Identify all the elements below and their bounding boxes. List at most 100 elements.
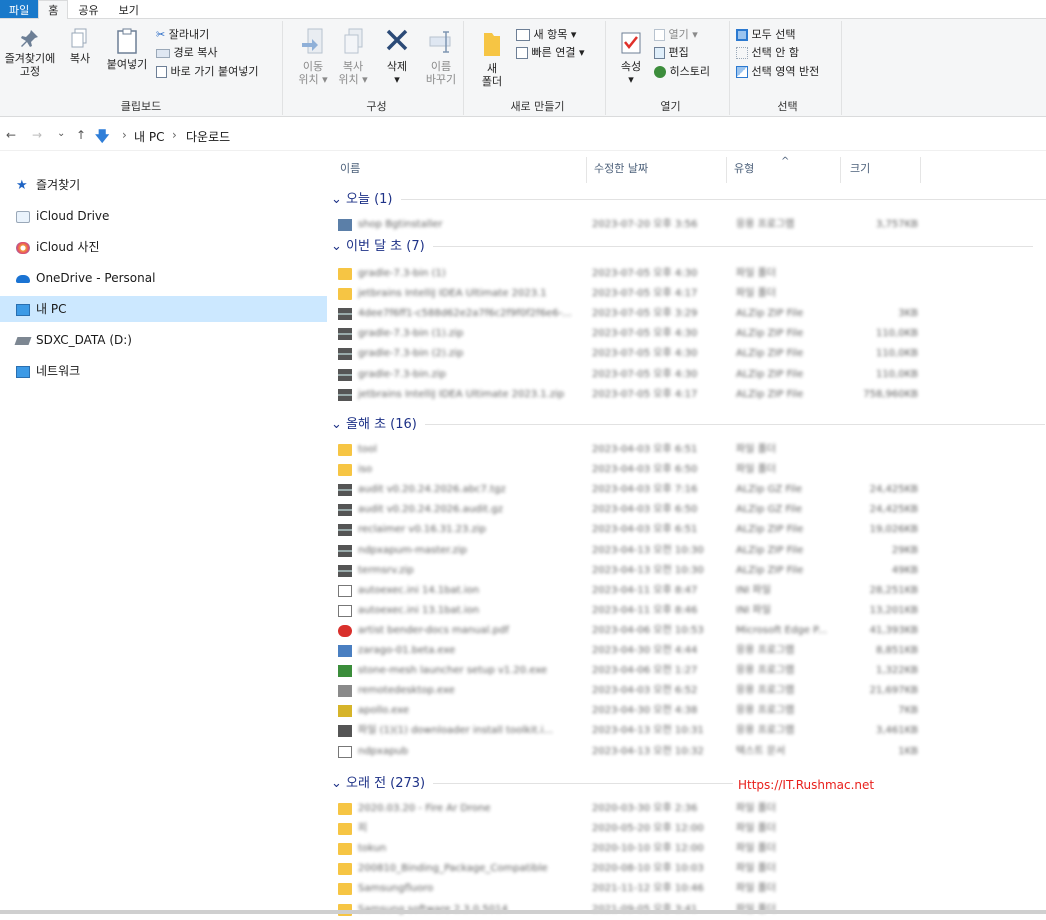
ribbon-tabs: 파일 홈 공유 보기 — [0, 0, 1046, 19]
file-date: 2023-07-05 오후 4:30 — [592, 267, 712, 280]
paste-button[interactable]: 붙여넣기 — [102, 27, 152, 71]
collapse-chevron-icon[interactable]: ⌄ — [331, 417, 346, 432]
tab-home[interactable]: 홈 — [38, 0, 68, 20]
file-row[interactable]: gradle-7.3-bin (2).zip2023-07-05 오후 4:30… — [338, 344, 918, 364]
file-size — [846, 842, 918, 855]
file-type: ALZip ZIP File — [736, 564, 836, 577]
forward-button[interactable]: → — [32, 128, 42, 142]
nav-item-icloud-photos[interactable]: iCloud 사진 — [0, 234, 327, 260]
column-header-name[interactable]: 이름 — [340, 157, 360, 181]
breadcrumb-my-pc[interactable]: 내 PC — [134, 128, 164, 145]
group-header[interactable]: ⌄ 오래 전 (273) — [331, 773, 733, 795]
properties-button[interactable]: 속성▾ — [614, 31, 648, 86]
file-date: 2023-04-03 오전 6:52 — [592, 684, 712, 697]
nav-item-quick-access[interactable]: ★즐겨찾기 — [0, 172, 327, 198]
delete-button[interactable]: 삭제▾ — [378, 27, 416, 86]
collapse-chevron-icon[interactable]: ⌄ — [331, 239, 346, 254]
select-all-label: 모두 선택 — [752, 28, 796, 41]
up-button[interactable]: ↑ — [76, 128, 86, 142]
file-row[interactable]: 피2020-05-20 오후 12:00파일 폴더 — [338, 819, 918, 839]
file-size: 29KB — [846, 544, 918, 557]
folder-icon — [338, 464, 352, 476]
file-row[interactable]: shop Bgtinstaller2023-07-20 오후 3:56응용 프로… — [338, 215, 918, 235]
file-date: 2023-04-30 오전 4:38 — [592, 704, 712, 717]
file-row[interactable]: iso2023-04-03 오후 6:50파일 폴더 — [338, 460, 918, 480]
file-row[interactable]: jetbrains IntelliJ IDEA Ultimate 2023.12… — [338, 284, 918, 304]
file-row[interactable]: termsrv.zip2023-04-13 오전 10:30ALZip ZIP … — [338, 561, 918, 581]
zip-icon — [338, 328, 352, 340]
file-row[interactable]: gradle-7.3-bin (1).zip2023-07-05 오후 4:30… — [338, 324, 918, 344]
nav-item-network[interactable]: 네트워크 — [0, 358, 327, 384]
nav-item-onedrive[interactable]: OneDrive - Personal — [0, 265, 327, 291]
copy-path-button[interactable]: 경로 복사 — [156, 45, 217, 61]
group-header[interactable]: ⌄ 오늘 (1) — [331, 189, 1046, 211]
tab-file[interactable]: 파일 — [0, 0, 38, 18]
star-icon: ★ — [16, 180, 30, 192]
group-header[interactable]: ⌄ 이번 달 초 (7) — [331, 236, 1033, 258]
rename-label: 이름 — [431, 60, 451, 73]
file-row[interactable]: audit v0.20.24.2026.abc7.tgz2023-04-03 오… — [338, 480, 918, 500]
file-type: ALZip GZ File — [736, 503, 836, 516]
file-row[interactable]: 200810_Binding_Package_Compatible2020-08… — [338, 859, 918, 879]
file-row[interactable]: Samsungfluoro2021-11-12 오후 10:46파일 폴더 — [338, 879, 918, 899]
nav-item-sdxc-drive[interactable]: SDXC_DATA (D:) — [0, 327, 327, 353]
file-row[interactable]: reclaimer v0.16.31.23.zip2023-04-03 오후 6… — [338, 520, 918, 540]
file-type: 파일 폴더 — [736, 862, 836, 875]
pin-quick-access-button[interactable]: 즐겨찾기에 고정 — [0, 27, 60, 78]
properties-icon — [620, 31, 642, 57]
collapse-chevron-icon[interactable]: ⌄ — [331, 192, 346, 207]
column-header-date[interactable]: 수정한 날짜 — [594, 157, 648, 181]
move-to-button[interactable]: 이동위치 ▾ — [294, 27, 332, 86]
file-row[interactable]: autoexec.ini 13.1bat.ion2023-04-11 오후 8:… — [338, 601, 918, 621]
file-row[interactable]: artist bender-docs manual.pdf2023-04-06 … — [338, 621, 918, 641]
file-row[interactable]: tokun2020-10-10 오후 12:00파일 폴더 — [338, 839, 918, 859]
file-row[interactable]: ndpxapum-master.zip2023-04-13 오전 10:30AL… — [338, 541, 918, 561]
edit-button[interactable]: 편집 — [654, 45, 689, 61]
tab-share[interactable]: 공유 — [68, 0, 108, 18]
back-button[interactable]: ← — [6, 128, 16, 142]
file-row[interactable]: 파일 (1)(1) downloader install toolkit.i..… — [338, 721, 918, 741]
invert-selection-button[interactable]: 선택 영역 반전 — [736, 64, 819, 80]
group-header[interactable]: ⌄ 올해 초 (16) — [331, 414, 1045, 436]
file-row[interactable]: jetbrains IntelliJ IDEA Ultimate 2023.1.… — [338, 385, 918, 405]
easy-access-button[interactable]: 빠른 연결 ▾ — [516, 45, 585, 61]
history-button[interactable]: 히스토리 — [654, 64, 710, 80]
column-header-type[interactable]: 유형 — [734, 157, 754, 181]
zip-icon — [338, 565, 352, 577]
zip-icon — [338, 389, 352, 401]
file-row[interactable]: audit v0.20.24.2026.audit.gz2023-04-03 오… — [338, 500, 918, 520]
cut-button[interactable]: ✂ 잘라내기 — [156, 27, 209, 43]
file-row[interactable]: 2020.03.20 - Fire Ar Drone2020-03-30 오후 … — [338, 799, 918, 819]
nav-item-icloud-drive[interactable]: iCloud Drive — [0, 203, 327, 229]
breadcrumb-downloads[interactable]: 다운로드 — [186, 128, 230, 145]
file-row[interactable]: 4dee7f6ff1-c588d62e2a7f6c2f9f0f2f6e6-...… — [338, 304, 918, 324]
paste-icon — [115, 27, 139, 55]
select-group-label: 선택 — [734, 98, 841, 114]
file-type: 파일 폴더 — [736, 443, 836, 456]
file-row[interactable]: tool2023-04-03 오후 6:51파일 폴더 — [338, 440, 918, 460]
copy-button[interactable]: 복사 — [62, 27, 98, 65]
select-none-button[interactable]: 선택 안 함 — [736, 45, 799, 61]
select-all-button[interactable]: 모두 선택 — [736, 27, 795, 43]
file-row[interactable]: ndpxapub2023-04-13 오전 10:32텍스트 문서1KB — [338, 742, 918, 762]
collapse-chevron-icon[interactable]: ⌄ — [331, 776, 346, 791]
rename-button[interactable]: 이름바꾸기 — [420, 27, 462, 86]
copy-to-button[interactable]: 복사위치 ▾ — [334, 27, 372, 86]
file-row[interactable]: stone-mesh launcher setup v1.20.exe2023-… — [338, 661, 918, 681]
recent-locations-button[interactable]: ⌄ — [57, 128, 65, 139]
nav-item-this-pc[interactable]: 내 PC — [0, 296, 327, 322]
file-row[interactable]: autoexec.ini 14.1bat.ion2023-04-11 오후 8:… — [338, 581, 918, 601]
new-group: 새폴더 새 항목 ▾ 빠른 연결 ▾ 새로 만들기 — [470, 21, 606, 115]
file-row[interactable]: apollo.exe2023-04-30 오전 4:38응용 프로그램7KB — [338, 701, 918, 721]
file-row[interactable]: zarago-01.beta.exe2023-04-30 오전 4:44응용 프… — [338, 641, 918, 661]
file-row[interactable]: gradle-7.3-bin.zip2023-07-05 오후 4:30ALZi… — [338, 365, 918, 385]
exe4-icon — [338, 705, 352, 717]
open-button[interactable]: 열기 ▾ — [654, 27, 698, 43]
paste-shortcut-button[interactable]: 바로 가기 붙여넣기 — [156, 64, 258, 80]
new-folder-button[interactable]: 새폴더 — [474, 29, 510, 88]
tab-view[interactable]: 보기 — [109, 0, 149, 18]
file-row[interactable]: gradle-7.3-bin (1)2023-07-05 오후 4:30파일 폴… — [338, 264, 918, 284]
file-row[interactable]: remotedesktop.exe2023-04-03 오전 6:52응용 프로… — [338, 681, 918, 701]
new-item-button[interactable]: 새 항목 ▾ — [516, 27, 576, 43]
column-header-size[interactable]: 크기 — [850, 157, 870, 181]
